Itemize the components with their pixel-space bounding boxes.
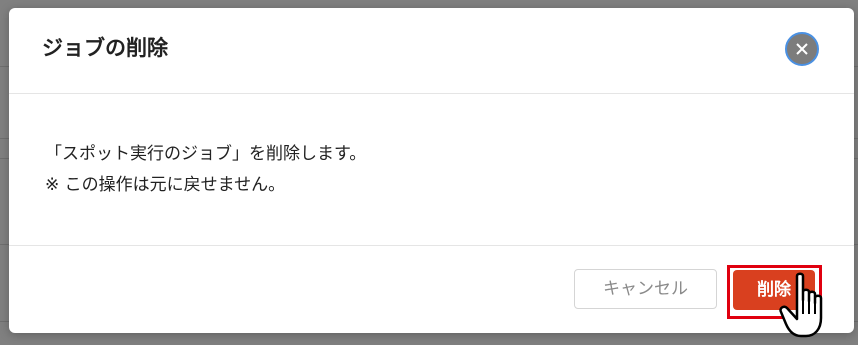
- dialog-title: ジョブの削除: [42, 36, 168, 60]
- hand-pointer-icon: [779, 272, 823, 338]
- close-button[interactable]: [785, 32, 819, 66]
- dialog-footer: キャンセル 削除: [9, 246, 854, 333]
- dialog-warning-note: ※ この操作は元に戻せません。: [45, 175, 286, 195]
- cancel-button[interactable]: キャンセル: [574, 269, 717, 309]
- dialog-header: ジョブの削除: [9, 8, 854, 94]
- dialog-body: 「スポット実行のジョブ」を削除します。 ※ この操作は元に戻せません。: [9, 94, 854, 246]
- close-icon: [796, 43, 808, 55]
- dialog-message: 「スポット実行のジョブ」を削除します。: [45, 144, 367, 164]
- delete-job-dialog: ジョブの削除 「スポット実行のジョブ」を削除します。 ※ この操作は元に戻せませ…: [9, 8, 854, 333]
